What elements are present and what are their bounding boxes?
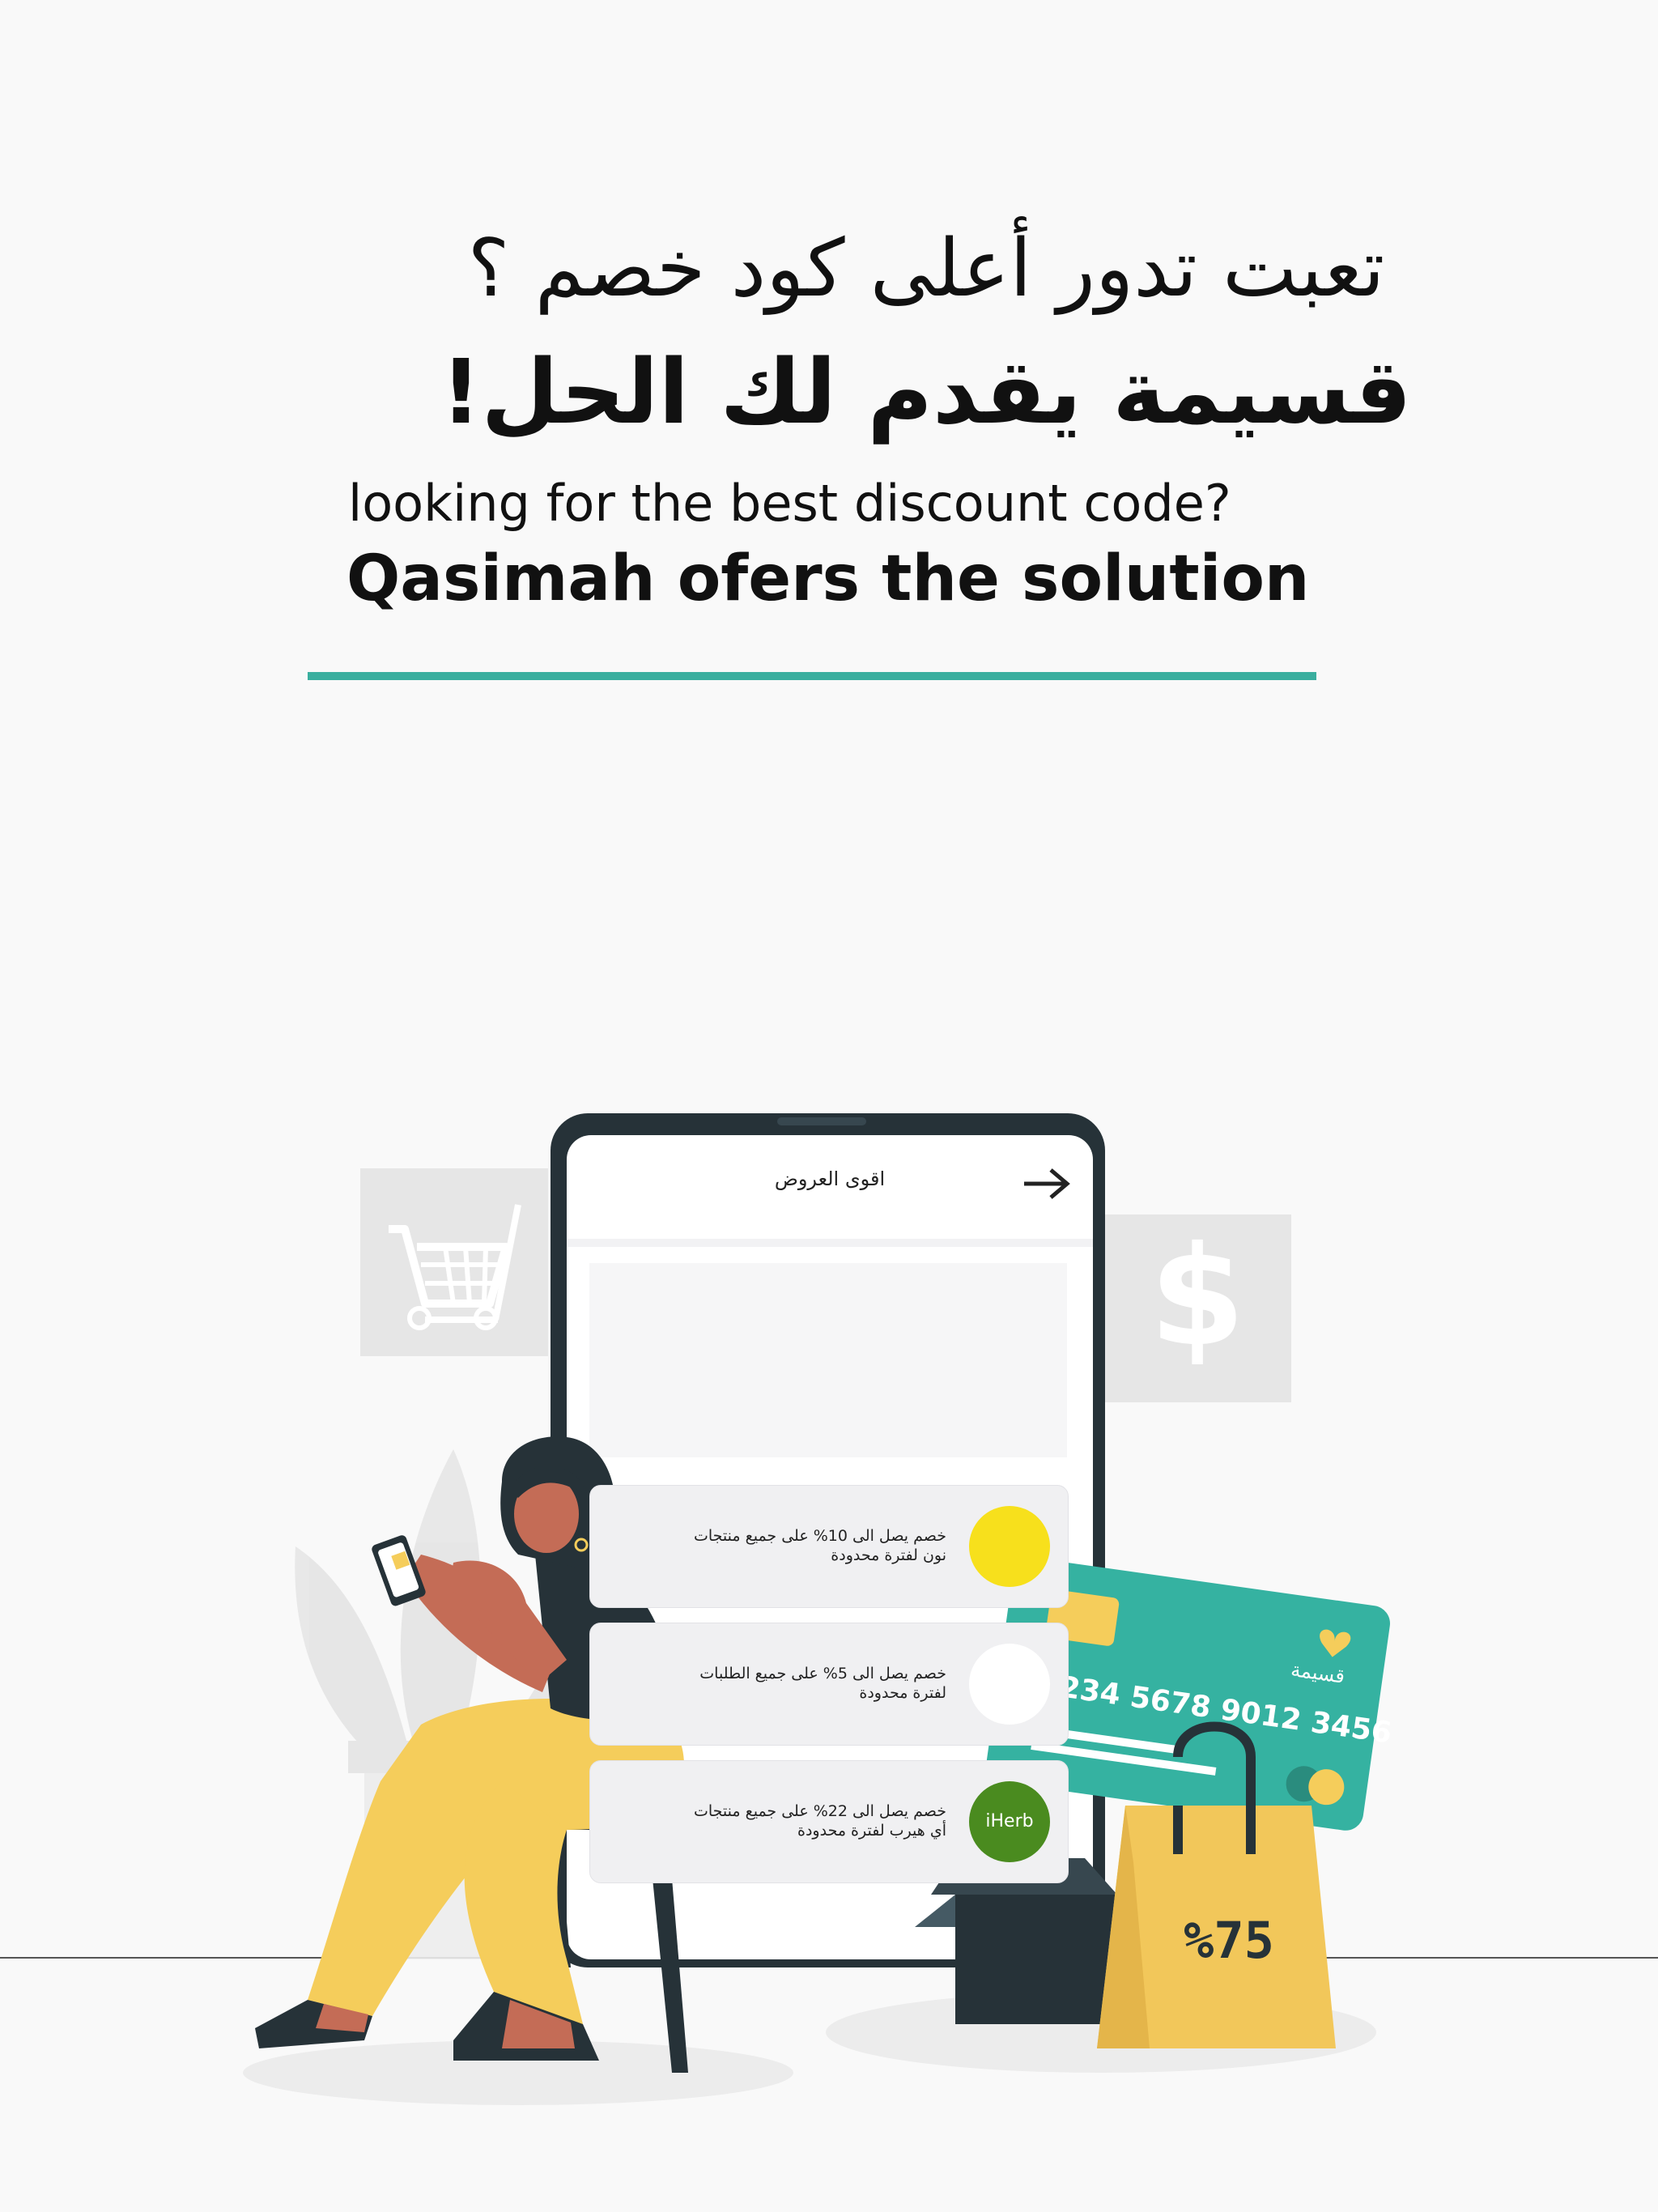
dollar-icon: $ (1103, 1214, 1291, 1402)
offers-title: اقوى العروض (774, 1168, 886, 1190)
cart-icon (360, 1168, 548, 1356)
offer-text-line: لفترة محدودة (859, 1684, 946, 1702)
offer-card-iherb[interactable]: خصم يصل الى 22% على جميع منتجات أي هيرب … (589, 1760, 1069, 1883)
offer-text-line: خصم يصل الى 22% على جميع منتجات (693, 1802, 946, 1820)
offer-card-store[interactable]: خصم يصل الى 5% على جميع الطلبات لفترة مح… (589, 1623, 1069, 1746)
noon-logo-icon (969, 1506, 1050, 1587)
discount-label: %75 (1184, 1911, 1274, 1970)
offer-text-line: خصم يصل الى 5% على جميع الطلبات (699, 1665, 946, 1682)
svg-text:$: $ (1150, 1217, 1245, 1377)
iherb-logo-icon: iHerb (969, 1781, 1050, 1862)
offer-card-noon[interactable]: خصم يصل الى 10% على جميع منتجات نون لفتر… (589, 1485, 1069, 1608)
offer-text-line: أي هيرب لفترة محدودة (797, 1822, 946, 1840)
offer-text-line: نون لفترة محدودة (831, 1546, 946, 1564)
store-logo-icon (969, 1644, 1050, 1725)
offer-text-line: خصم يصل الى 10% على جميع منتجات (693, 1527, 946, 1545)
tablet-screen: اقوى العروض خصم يصل الى 10% على جميع منت… (567, 1135, 1093, 1961)
